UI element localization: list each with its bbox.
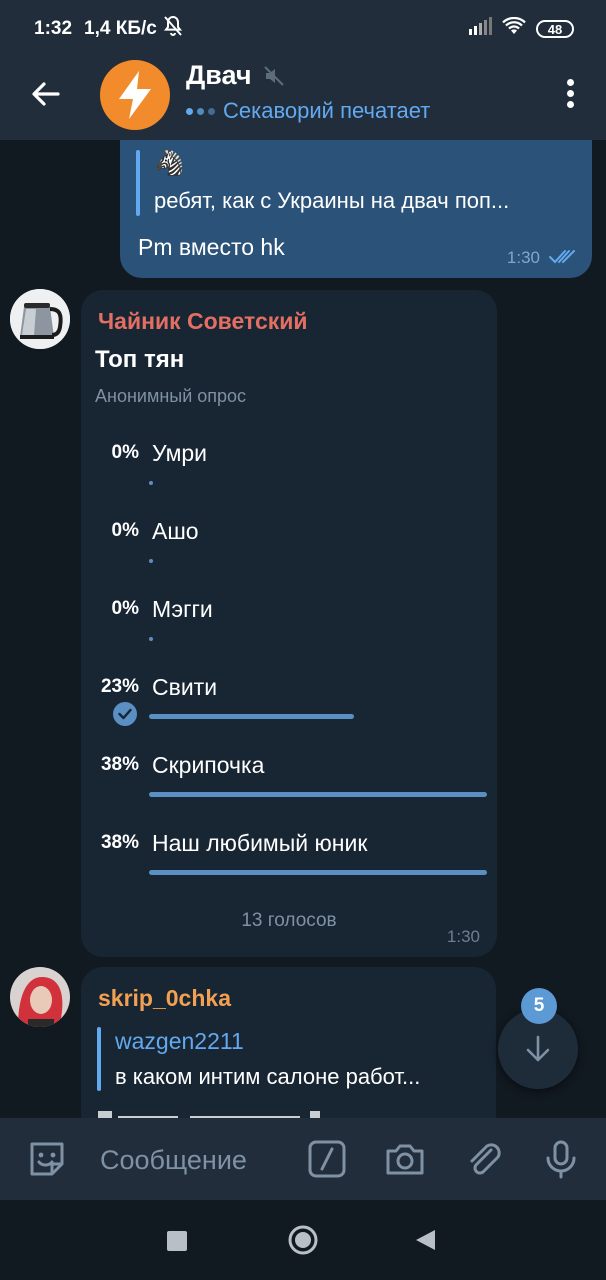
recent-apps-button[interactable] xyxy=(166,1230,188,1257)
reply-author[interactable]: wazgen2211 xyxy=(115,1028,244,1055)
sender-avatar[interactable] xyxy=(10,289,70,349)
poll-type: Анонимный опрос xyxy=(95,386,247,406)
poll-question: Топ тян xyxy=(95,346,185,373)
poll-option[interactable]: 23% Свити xyxy=(81,674,497,746)
bell-off-icon xyxy=(163,15,183,43)
lightning-icon xyxy=(119,71,151,119)
back-nav-button[interactable] xyxy=(414,1228,436,1257)
sender-name[interactable]: skrip_0chka xyxy=(98,985,231,1012)
reply-preview-text[interactable]: в каком интим салоне работ... xyxy=(115,1064,420,1090)
more-vertical-icon xyxy=(566,79,574,86)
outgoing-message[interactable]: 🦓 ребят, как с Украины на двач поп... Pm… xyxy=(120,140,592,278)
poll-option-percent: 23% xyxy=(100,676,139,697)
user-photo-icon xyxy=(10,967,70,1027)
wifi-icon xyxy=(502,16,526,41)
status-time: 1:32 xyxy=(34,18,73,39)
chat-avatar[interactable] xyxy=(100,60,170,130)
chat-status: Секаворий печатает xyxy=(186,98,430,124)
square-icon xyxy=(167,1231,187,1251)
poll-option-bar xyxy=(149,714,354,719)
bot-command-button[interactable] xyxy=(306,1138,348,1180)
sender-name[interactable]: Чайник Советский xyxy=(98,308,308,335)
sender-avatar[interactable] xyxy=(10,967,70,1027)
poll-option-percent: 0% xyxy=(111,520,139,541)
poll-vote-count[interactable]: 13 голосов xyxy=(81,910,497,932)
reply-preview-text[interactable]: ребят, как с Украины на двач поп... xyxy=(154,188,574,214)
sticker-icon xyxy=(30,1142,64,1176)
poll-option-label: Наш любимый юник xyxy=(152,830,368,856)
poll-message: Чайник Советский Топ тян Анонимный опрос… xyxy=(81,290,497,957)
triangle-back-icon xyxy=(416,1230,435,1250)
chat-title-text: Двач xyxy=(186,60,252,90)
poll-option-label: Умри xyxy=(152,440,208,466)
arrow-down-icon xyxy=(526,1035,550,1062)
incoming-message[interactable]: skrip_0chka wazgen2211 в каком интим сал… xyxy=(81,967,496,1127)
camera-icon xyxy=(386,1144,424,1175)
unread-count-badge[interactable]: 5 xyxy=(521,988,557,1024)
camera-button[interactable] xyxy=(384,1138,426,1180)
poll-option-label: Свити xyxy=(152,674,218,700)
signal-icon xyxy=(468,17,492,41)
kettle-icon xyxy=(10,289,70,349)
status-network-speed: 1,4 КБ/с xyxy=(84,18,157,39)
message-time: 1:30 xyxy=(446,927,480,946)
more-menu-button[interactable] xyxy=(564,76,576,112)
poll-option-label: Ашо xyxy=(152,518,199,544)
muted-speaker-icon xyxy=(263,65,284,86)
poll-option[interactable]: 38% Наш любимый юник xyxy=(81,830,497,902)
microphone-icon xyxy=(546,1140,576,1179)
attach-button[interactable] xyxy=(463,1138,505,1180)
message-input[interactable] xyxy=(100,1140,290,1180)
back-button[interactable] xyxy=(28,76,64,112)
chat-header: Двач Секаворий печатает xyxy=(0,48,606,140)
arrow-left-icon xyxy=(32,82,60,106)
battery-indicator: 48 xyxy=(536,20,574,38)
voice-record-button[interactable] xyxy=(540,1138,582,1180)
poll-option-percent: 0% xyxy=(111,442,139,463)
reply-accent-bar xyxy=(97,1027,101,1091)
poll-option-percent: 0% xyxy=(111,598,139,619)
poll-option-percent: 38% xyxy=(100,832,139,853)
reply-accent-bar xyxy=(136,150,140,216)
double-check-icon xyxy=(549,250,575,264)
system-nav-bar xyxy=(0,1200,606,1280)
paperclip-icon xyxy=(470,1143,501,1175)
reply-zebra-emoji: 🦓 xyxy=(154,150,184,177)
slash-command-icon xyxy=(308,1140,346,1178)
home-button[interactable] xyxy=(287,1224,319,1261)
circle-icon xyxy=(288,1225,318,1255)
chat-title[interactable]: Двач xyxy=(186,60,286,91)
poll-option-label: Скрипочка xyxy=(152,752,265,778)
poll-option-bar xyxy=(149,637,153,641)
typing-dots-icon xyxy=(186,107,215,115)
poll-option[interactable]: 0% Мэгги xyxy=(81,596,497,668)
message-time: 1:30 xyxy=(506,248,540,267)
message-composer xyxy=(0,1118,606,1200)
poll-option-bar xyxy=(149,559,153,563)
poll-option[interactable]: 38% Скрипочка xyxy=(81,752,497,824)
emoji-button[interactable] xyxy=(26,1138,68,1180)
message-text: Pm вместо hk xyxy=(138,234,285,260)
poll-option-bar xyxy=(149,792,487,797)
poll-option-percent: 38% xyxy=(100,754,139,775)
poll-option[interactable]: 0% Ашо xyxy=(81,518,497,590)
voted-check-icon xyxy=(113,702,137,726)
poll-option-bar xyxy=(149,481,153,485)
poll-option[interactable]: 0% Умри xyxy=(81,440,497,512)
poll-option-bar xyxy=(149,870,487,875)
chat-status-text: Секаворий печатает xyxy=(223,98,431,123)
poll-option-label: Мэгги xyxy=(152,596,213,622)
